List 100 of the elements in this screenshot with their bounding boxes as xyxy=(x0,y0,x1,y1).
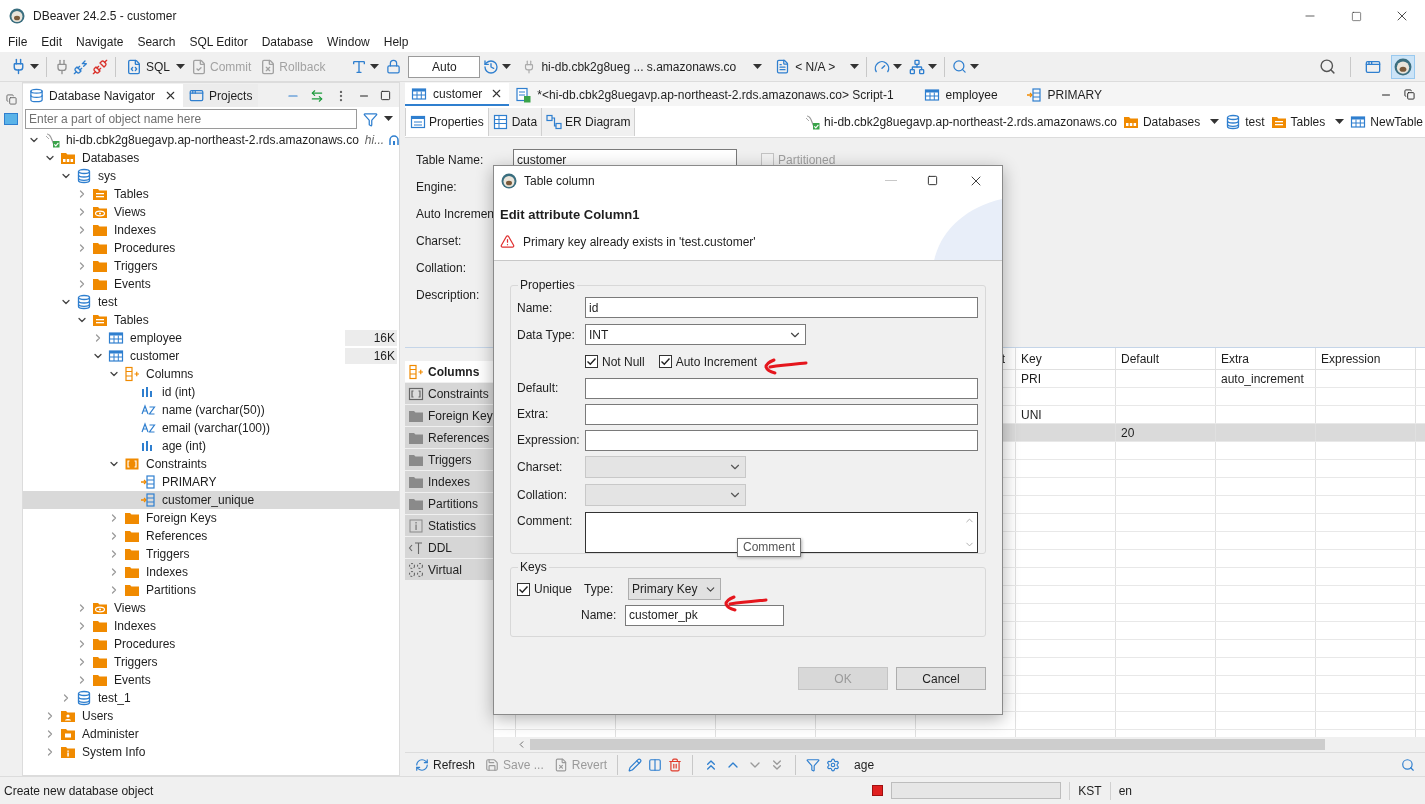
tree-item[interactable]: Tables xyxy=(23,185,399,203)
tree-item[interactable]: References xyxy=(23,527,399,545)
dialog-button[interactable]: Cancel xyxy=(896,667,986,690)
tree-item[interactable]: Partitions xyxy=(23,581,399,599)
horizontal-scrollbar[interactable] xyxy=(494,737,1425,752)
tree-item[interactable]: sys xyxy=(23,167,399,185)
connection-selector[interactable]: hi-db.cbk2g8ueg ... s.amazonaws.co xyxy=(522,55,737,78)
tree-item[interactable]: Indexes xyxy=(23,563,399,581)
tree-item[interactable]: Events xyxy=(23,671,399,689)
edit-icon[interactable] xyxy=(628,757,643,772)
key-type-dropdown[interactable]: Primary Key xyxy=(628,578,722,600)
text-field[interactable] xyxy=(585,403,978,425)
panel-tab[interactable]: Database Navigator xyxy=(23,84,184,107)
plug-icon[interactable] xyxy=(73,58,89,75)
link-icon[interactable] xyxy=(310,88,324,103)
editor-subtab[interactable]: Properties xyxy=(405,107,489,136)
text-field[interactable] xyxy=(585,377,978,399)
tree-item[interactable]: System Info xyxy=(23,743,399,761)
caret-icon[interactable] xyxy=(753,63,763,70)
side-tab[interactable]: Constraints xyxy=(405,383,493,404)
side-tab[interactable]: References xyxy=(405,427,493,448)
menu-item[interactable]: Help xyxy=(376,32,416,52)
tree-item[interactable]: Foreign Keys xyxy=(23,509,399,527)
tree-item[interactable]: Indexes xyxy=(23,221,399,239)
disconnect-icon[interactable] xyxy=(92,58,108,75)
side-tab[interactable]: DDL xyxy=(405,537,493,558)
caret-icon[interactable] xyxy=(928,63,938,70)
perspective-icon[interactable] xyxy=(1365,58,1381,75)
tree-item[interactable]: Indexes xyxy=(23,617,399,635)
column-header[interactable]: Extra xyxy=(1216,348,1316,369)
format-icon[interactable] xyxy=(351,58,368,75)
filter-icon[interactable] xyxy=(363,111,378,127)
tree-item[interactable]: PRIMARY xyxy=(23,473,399,491)
tree-item[interactable]: Users xyxy=(23,707,399,725)
side-tab[interactable]: Partitions xyxy=(405,493,493,514)
editor-subtab[interactable]: Data xyxy=(488,107,543,136)
tree-item[interactable]: Events xyxy=(23,275,399,293)
tree-item[interactable]: Triggers xyxy=(23,257,399,275)
breadcrumb-item[interactable]: Databases xyxy=(1122,112,1220,131)
maximize-icon[interactable] xyxy=(380,90,391,101)
caret-icon[interactable] xyxy=(970,63,980,70)
tree-item[interactable]: email (varchar(100)) xyxy=(23,419,399,437)
schema-selector[interactable]: < N/A > xyxy=(775,55,836,78)
side-tab[interactable]: Indexes xyxy=(405,471,493,492)
side-tab[interactable]: Foreign Key xyxy=(405,405,493,426)
menu-item[interactable]: Window xyxy=(320,32,377,52)
editor-tab[interactable]: employee xyxy=(917,83,1004,106)
tree-item[interactable]: age (int) xyxy=(23,437,399,455)
checkbox[interactable] xyxy=(585,355,598,368)
editor-tab[interactable]: *<hi-db.cbk2g8uegavp.ap-northeast-2.rds.amazonaws.co> Script-1 xyxy=(509,83,900,106)
tree-item[interactable]: Administer xyxy=(23,725,399,743)
panel-tab[interactable]: Projects xyxy=(183,84,259,107)
tree-item[interactable]: hi-db.cbk2g8uegavp.ap-northeast-2.rds.amazonaws.co hi... xyxy=(23,131,399,149)
tree-item[interactable]: Procedures xyxy=(23,635,399,653)
tree-item[interactable]: test_1 xyxy=(23,689,399,707)
checkbox[interactable] xyxy=(517,582,530,596)
tree-item[interactable]: customer_unique xyxy=(23,491,399,509)
tree-item[interactable]: Tables xyxy=(23,311,399,329)
search-icon[interactable] xyxy=(1401,757,1415,772)
tree-item[interactable]: employee 16K xyxy=(23,329,399,347)
refresh-button[interactable]: Refresh xyxy=(415,755,476,774)
tree-item[interactable]: name (varchar(50)) xyxy=(23,401,399,419)
caret-icon[interactable] xyxy=(176,63,185,70)
restore-icon[interactable] xyxy=(5,94,17,105)
settings-icon[interactable] xyxy=(826,757,841,772)
column-header[interactable]: Expression xyxy=(1316,348,1416,369)
menu-item[interactable]: Edit xyxy=(34,32,70,52)
search-icon[interactable] xyxy=(952,59,968,74)
menu-item[interactable]: Database xyxy=(254,32,321,52)
checkbox[interactable] xyxy=(658,355,672,368)
caret-icon[interactable] xyxy=(850,63,860,70)
caret-icon[interactable] xyxy=(893,63,903,70)
stop-icon[interactable] xyxy=(872,785,884,796)
plug-icon[interactable] xyxy=(54,58,70,75)
restore-icon[interactable] xyxy=(1404,89,1415,100)
side-tab[interactable]: Virtual xyxy=(405,559,493,580)
tree-item[interactable]: Triggers xyxy=(23,653,399,671)
side-tab[interactable]: Statistics xyxy=(405,515,493,536)
side-tab[interactable]: Columns xyxy=(405,361,493,382)
maximize-icon[interactable] xyxy=(927,175,938,186)
perspective-button[interactable] xyxy=(1391,54,1415,79)
tree-item[interactable]: Views xyxy=(23,203,399,221)
sql-button[interactable]: SQL xyxy=(123,55,173,78)
menu-item[interactable]: Navigate xyxy=(69,32,131,52)
side-tab[interactable]: Triggers xyxy=(405,449,493,470)
column-header[interactable]: Default xyxy=(1116,348,1216,369)
name-field[interactable]: id xyxy=(585,297,978,318)
tree-item[interactable]: id (int) xyxy=(23,383,399,401)
data-type-dropdown[interactable]: INT xyxy=(585,324,806,345)
caret-icon[interactable] xyxy=(370,63,380,70)
menu-item[interactable]: Search xyxy=(130,32,183,52)
editor-tab[interactable]: PRIMARY xyxy=(1019,83,1109,106)
history-icon[interactable] xyxy=(483,58,500,75)
tree-item[interactable]: Views xyxy=(23,599,399,617)
text-field[interactable] xyxy=(585,429,978,451)
delete-icon[interactable] xyxy=(668,757,683,772)
filter-field[interactable]: Enter a part of object name here xyxy=(25,109,357,129)
tree-item[interactable]: Columns xyxy=(23,365,399,383)
breadcrumb-item[interactable]: NewTable xyxy=(1350,112,1423,131)
transaction-mode-field[interactable]: Auto xyxy=(408,55,481,78)
